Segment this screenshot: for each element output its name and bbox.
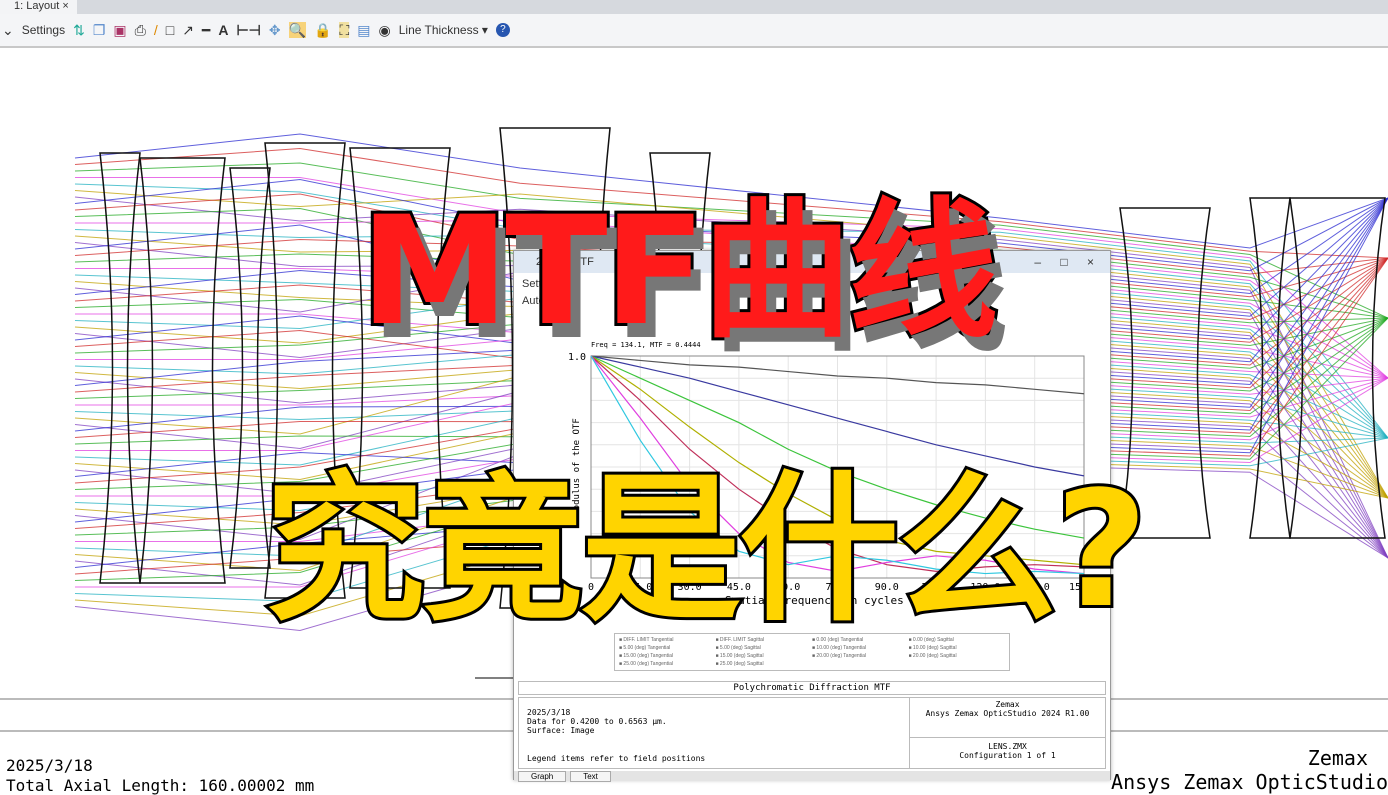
- plot-title: Polychromatic Diffraction MTF: [518, 681, 1106, 695]
- footer-product: Ansys Zemax OpticStudio: [1111, 770, 1388, 794]
- overlay-title-line1: MTF曲线: [357, 182, 1001, 362]
- text-icon[interactable]: A: [218, 22, 228, 38]
- window-icon[interactable]: ▤: [357, 22, 370, 38]
- close-icon[interactable]: ×: [62, 0, 68, 12]
- info-surface: Surface: Image: [527, 726, 595, 735]
- legend-item: ■ 20.00 (deg) Tangential: [812, 653, 867, 659]
- print-icon[interactable]: ⎙: [135, 22, 146, 38]
- help-icon[interactable]: ?: [495, 23, 510, 37]
- legend-item: ■ 20.00 (deg) Sagittal: [908, 653, 957, 659]
- tab-text[interactable]: Text: [570, 771, 611, 782]
- line-thickness-dropdown[interactable]: Line Thickness ▾: [399, 23, 488, 37]
- tab-graph[interactable]: Graph: [518, 771, 567, 782]
- info-file: LENS.ZMX: [988, 742, 1027, 751]
- tab-label: 1: Layout: [14, 0, 60, 12]
- info-legend-note: Legend items refer to field positions: [527, 754, 706, 763]
- copy-icon[interactable]: ❐: [93, 22, 106, 38]
- chevron-down-icon[interactable]: ⌄: [2, 22, 14, 38]
- save-icon[interactable]: ▣: [113, 22, 126, 38]
- line-icon[interactable]: ━: [202, 22, 210, 38]
- footer-axial-length: Total Axial Length: 160.00002 mm: [6, 776, 315, 795]
- zoom-icon[interactable]: 🔍: [288, 22, 307, 38]
- info-product: Ansys Zemax OpticStudio 2024 R1.00: [925, 709, 1090, 718]
- toolbar: ⌄ Settings ⇅ ❐ ▣ ⎙ / □ ↗ ━ A ⊢⊣ ✥ 🔍 🔒 ⛶ …: [0, 14, 1388, 48]
- legend-item: ■ 15.00 (deg) Tangential: [619, 653, 674, 659]
- info-date: 2025/3/18: [527, 708, 571, 717]
- target-icon[interactable]: ◉: [379, 22, 391, 38]
- dimension-icon[interactable]: ⊢⊣: [236, 22, 260, 38]
- arrow-icon[interactable]: ↗: [182, 22, 194, 38]
- refresh-icon[interactable]: ⇅: [73, 22, 85, 38]
- lock-icon[interactable]: 🔒: [314, 22, 331, 38]
- window-controls[interactable]: – □ ×: [1034, 251, 1102, 273]
- rectangle-icon[interactable]: □: [166, 22, 174, 38]
- settings-button[interactable]: Settings: [22, 23, 65, 37]
- overlay-title-line2: 究竟是什么?: [262, 453, 1151, 646]
- legend-item: ■ 25.00 (deg) Tangential: [619, 661, 674, 667]
- pencil-icon[interactable]: /: [154, 22, 158, 38]
- legend-item: ■ 15.00 (deg) Sagittal: [715, 653, 764, 659]
- info-config: Configuration 1 of 1: [959, 751, 1056, 760]
- tab-layout[interactable]: 1: Layout ×: [0, 0, 77, 14]
- footer-date: 2025/3/18: [6, 756, 93, 775]
- footer-brand: Zemax: [1307, 746, 1368, 770]
- tab-bar: 1: Layout ×: [0, 0, 1388, 14]
- pan-icon[interactable]: ✥: [269, 22, 281, 38]
- info-brand: Zemax: [995, 700, 1020, 709]
- legend-item: ■ 25.00 (deg) Sagittal: [715, 661, 764, 667]
- fit-icon[interactable]: ⛶: [339, 22, 350, 38]
- info-wavelength: Data for 0.4200 to 0.6563 µm.: [527, 717, 667, 726]
- info-box: 2025/3/18 Data for 0.4200 to 0.6563 µm. …: [518, 697, 1106, 769]
